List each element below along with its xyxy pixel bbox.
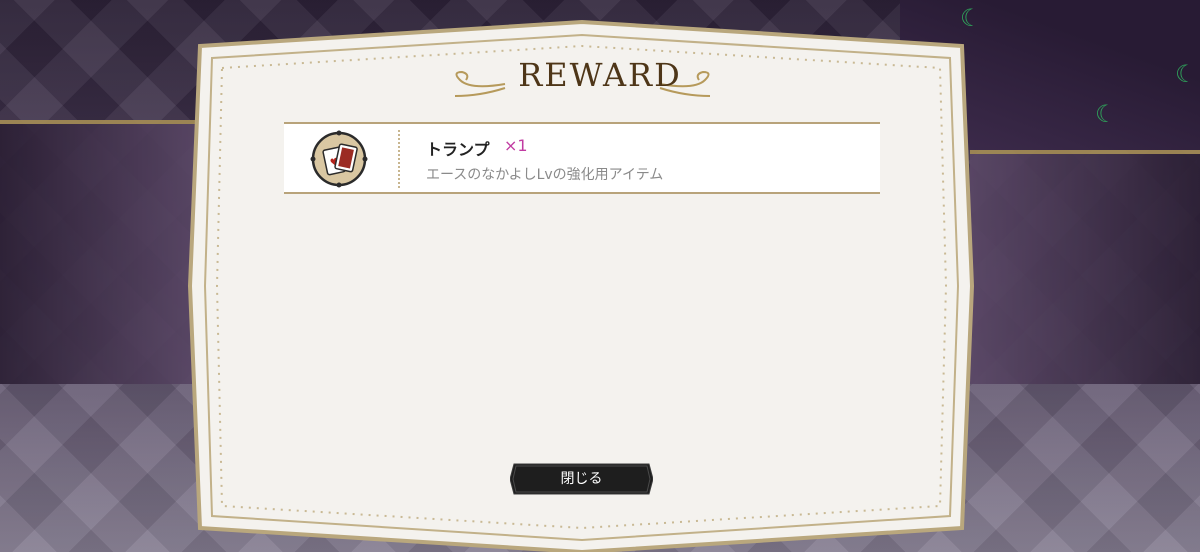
item-divider xyxy=(398,130,400,188)
playing-cards-icon: ♥ xyxy=(310,130,368,188)
item-name: トランプ xyxy=(426,140,490,159)
dialog-title: REWARD xyxy=(518,56,682,94)
close-button[interactable]: 閉じる xyxy=(510,463,653,495)
item-description: エースのなかよしLvの強化用アイテム xyxy=(426,167,664,183)
item-quantity: ×1 xyxy=(504,136,528,155)
close-button-label: 閉じる xyxy=(560,471,603,487)
reward-item-row: ♥ トランプ ×1 エースのなかよしLvの強化用アイテム xyxy=(284,122,880,194)
